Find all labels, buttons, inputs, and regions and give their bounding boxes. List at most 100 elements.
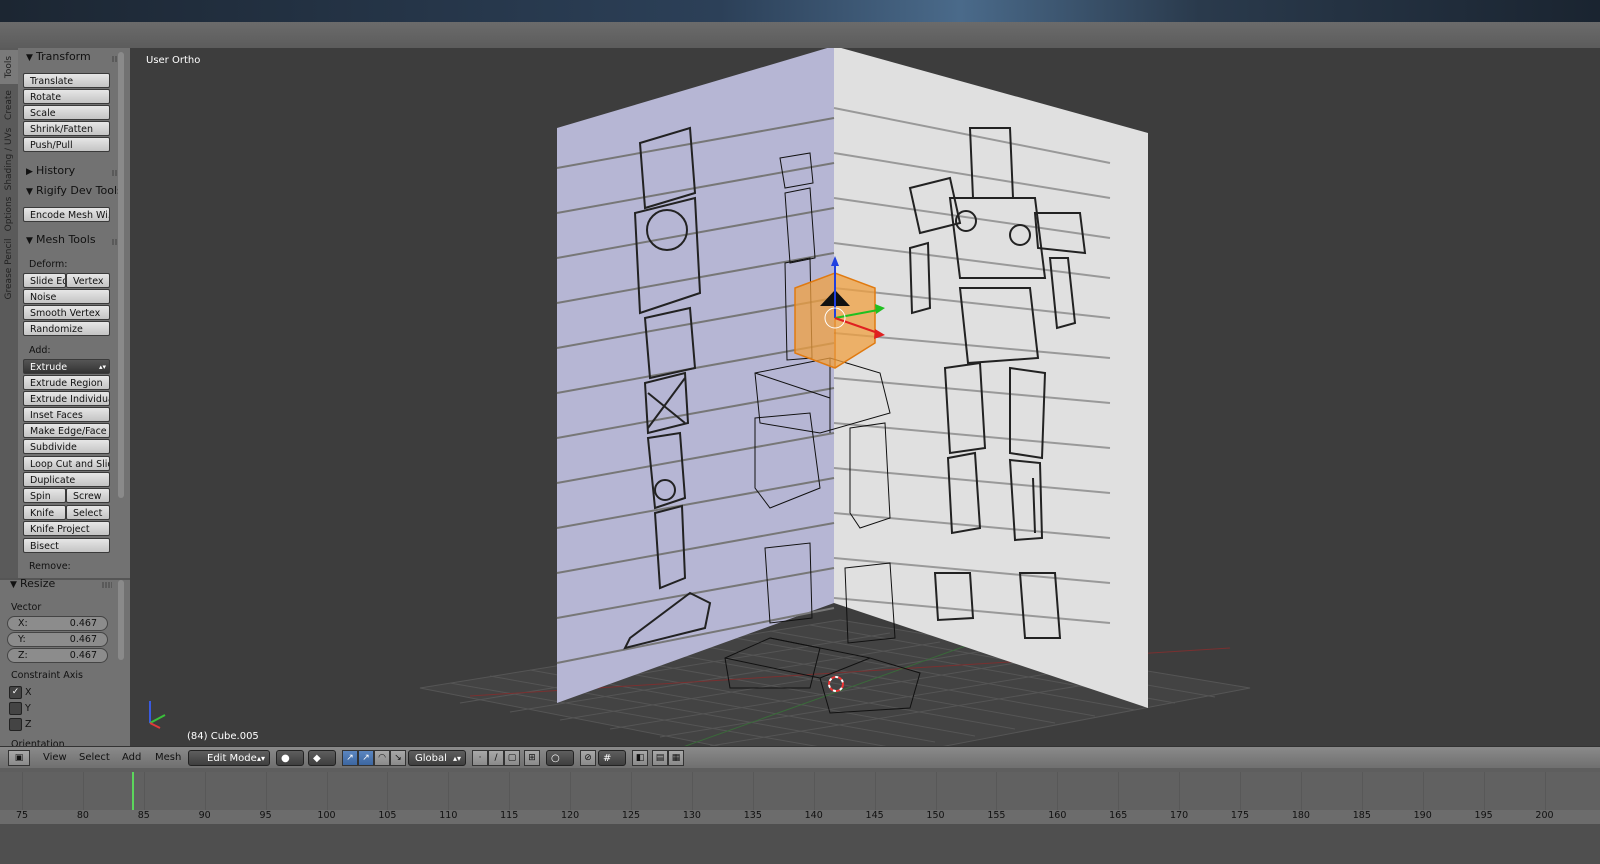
tab-create[interactable]: Create bbox=[0, 86, 18, 124]
push-pull-button[interactable]: Push/Pull bbox=[23, 137, 110, 152]
edge-select-icon[interactable]: / bbox=[488, 750, 504, 766]
x-key: X: bbox=[18, 618, 28, 629]
panel-rigify-header[interactable]: ▼ Rigify Dev Tools bbox=[26, 184, 123, 197]
loop-cut-button[interactable]: Loop Cut and Slide bbox=[23, 456, 110, 471]
drag-grip-icon[interactable] bbox=[102, 582, 112, 588]
constraint-y-checkbox[interactable] bbox=[9, 702, 22, 715]
panel-resize-header[interactable]: ▼ Resize bbox=[10, 577, 55, 590]
menu-view[interactable]: View bbox=[43, 752, 67, 763]
timeline-gridline bbox=[204, 772, 206, 810]
current-frame-marker[interactable] bbox=[131, 772, 134, 810]
panel-title: Rigify Dev Tools bbox=[36, 184, 123, 197]
duplicate-button[interactable]: Duplicate bbox=[23, 472, 110, 487]
render-animation-icon[interactable]: ▦ bbox=[668, 750, 684, 766]
updown-arrows-icon: ▴▾ bbox=[98, 363, 106, 371]
tab-grease-label: Grease Pencil bbox=[4, 238, 14, 300]
snap-toggle-icon[interactable]: ⊘ bbox=[580, 750, 596, 766]
editor-type-icon[interactable]: ▣ bbox=[8, 750, 30, 766]
timeline-tick-label: 80 bbox=[76, 810, 89, 821]
screw-button[interactable]: Screw bbox=[66, 488, 110, 503]
vector-x-field[interactable]: X: 0.467 bbox=[7, 616, 108, 631]
manipulator-toggle-icon[interactable]: ↗ bbox=[342, 750, 358, 766]
timeline-tick-label: 195 bbox=[1474, 810, 1493, 821]
render-image-icon[interactable]: ▤ bbox=[652, 750, 668, 766]
noise-button[interactable]: Noise bbox=[23, 289, 110, 304]
bisect-button[interactable]: Bisect bbox=[23, 538, 110, 553]
timeline-gridline bbox=[813, 772, 815, 810]
timeline-gridline bbox=[326, 772, 328, 810]
timeline-gridline bbox=[1118, 772, 1120, 810]
vector-z-field[interactable]: Z: 0.467 bbox=[7, 648, 108, 663]
snap-element-dropdown[interactable]: # bbox=[598, 750, 626, 766]
tab-options-label: Options bbox=[4, 196, 14, 232]
extrude-region-button[interactable]: Extrude Region bbox=[23, 375, 110, 390]
shrink-fatten-button[interactable]: Shrink/Fatten bbox=[23, 121, 110, 136]
timeline-gridline bbox=[1300, 772, 1302, 810]
scale-manipulator-icon[interactable]: ↘ bbox=[390, 750, 406, 766]
vertex-select-icon[interactable]: · bbox=[472, 750, 488, 766]
knife-select-button[interactable]: Select bbox=[66, 505, 110, 520]
solid-shading-icon: ● bbox=[281, 753, 290, 764]
vector-y-field[interactable]: Y: 0.467 bbox=[7, 632, 108, 647]
tab-grease-pencil[interactable]: Grease Pencil bbox=[0, 236, 18, 302]
limit-selection-icon[interactable]: ⊞ bbox=[524, 750, 540, 766]
translate-manipulator-icon[interactable]: ↗ bbox=[358, 750, 374, 766]
menu-add[interactable]: Add bbox=[122, 752, 141, 763]
operator-panel: ▼ Resize Vector X: 0.467 Y: 0.467 Z: 0.467 C… bbox=[0, 577, 131, 762]
timeline-tick-label: 75 bbox=[15, 810, 29, 821]
vertex-slide-button[interactable]: Vertex bbox=[66, 273, 110, 288]
3d-viewport[interactable]: User Ortho (84) Cube.005 bbox=[130, 48, 1600, 746]
mode-label: Edit Mode bbox=[207, 753, 257, 764]
smooth-vertex-button[interactable]: Smooth Vertex bbox=[23, 305, 110, 320]
timeline-track[interactable] bbox=[0, 772, 1600, 810]
translate-button[interactable]: Translate bbox=[23, 73, 110, 88]
toolshelf-scrollbar[interactable] bbox=[118, 52, 124, 498]
orientation-dropdown[interactable]: Global ▴▾ bbox=[408, 750, 466, 766]
timeline-gridline bbox=[22, 772, 23, 810]
timeline-tick-label: 160 bbox=[1048, 810, 1067, 821]
extrude-individual-button[interactable]: Extrude Individual bbox=[23, 391, 110, 406]
scale-button[interactable]: Scale bbox=[23, 105, 110, 120]
rotate-manipulator-icon[interactable]: ◠ bbox=[374, 750, 390, 766]
face-select-icon[interactable]: ▢ bbox=[504, 750, 520, 766]
expand-icon: ▼ bbox=[26, 53, 33, 63]
left-reference-plane[interactable] bbox=[557, 48, 834, 703]
subdivide-button[interactable]: Subdivide bbox=[23, 439, 110, 454]
constraint-x-checkbox[interactable]: ✓ bbox=[9, 686, 22, 699]
timeline-gridline bbox=[1179, 772, 1181, 810]
pivot-dropdown[interactable]: ◆ bbox=[308, 750, 336, 766]
panel-mesh-tools-header[interactable]: ▼ Mesh Tools bbox=[26, 233, 96, 246]
axis-widget-icon bbox=[149, 701, 166, 729]
deform-label: Deform: bbox=[29, 259, 68, 270]
knife-project-button[interactable]: Knife Project bbox=[23, 521, 110, 536]
tab-shading-uvs[interactable]: Shading / UVs bbox=[0, 126, 18, 192]
operator-scrollbar[interactable] bbox=[118, 580, 124, 660]
inset-faces-button[interactable]: Inset Faces bbox=[23, 407, 110, 422]
vector-label: Vector bbox=[11, 602, 42, 613]
timeline-gridline bbox=[631, 772, 632, 810]
menu-mesh[interactable]: Mesh bbox=[155, 752, 181, 763]
panel-history-header[interactable]: ▶ History bbox=[26, 164, 75, 177]
timeline-gridline bbox=[387, 772, 389, 810]
tab-options[interactable]: Options bbox=[0, 194, 18, 234]
spin-button[interactable]: Spin bbox=[23, 488, 66, 503]
timeline-tick-label: 145 bbox=[865, 810, 884, 821]
proportional-edit-dropdown[interactable]: ○ bbox=[546, 750, 574, 766]
extrude-dropdown[interactable]: Extrude ▴▾ bbox=[23, 359, 110, 374]
slide-edge-button[interactable]: Slide Ed bbox=[23, 273, 66, 288]
randomize-button[interactable]: Randomize bbox=[23, 321, 110, 336]
make-edge-face-button[interactable]: Make Edge/Face bbox=[23, 423, 110, 438]
opengl-render-icon[interactable]: ◧ bbox=[632, 750, 648, 766]
timeline[interactable]: 75 80 85 90 95 100 105 110 115 120 125 130 135 140 145… bbox=[0, 768, 1600, 864]
panel-transform-header[interactable]: ▼ Transform bbox=[26, 50, 91, 63]
timeline-gridline bbox=[1483, 772, 1485, 810]
menu-select[interactable]: Select bbox=[79, 752, 110, 763]
constraint-z-checkbox[interactable] bbox=[9, 718, 22, 731]
tab-tools[interactable]: Tools bbox=[0, 50, 18, 84]
encode-mesh-button[interactable]: Encode Mesh Wi... bbox=[23, 207, 110, 222]
collapse-icon: ▶ bbox=[26, 167, 33, 177]
knife-button[interactable]: Knife bbox=[23, 505, 66, 520]
rotate-button[interactable]: Rotate bbox=[23, 89, 110, 104]
mode-dropdown[interactable]: Edit Mode ▴▾ bbox=[188, 750, 270, 766]
shading-dropdown[interactable]: ● bbox=[276, 750, 304, 766]
